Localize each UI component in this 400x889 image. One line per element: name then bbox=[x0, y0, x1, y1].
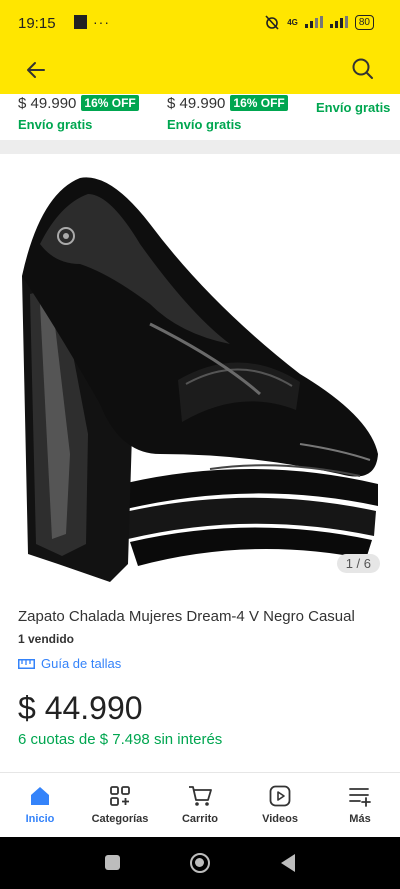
home-icon bbox=[31, 787, 49, 805]
product-price: $ 44.990 bbox=[18, 690, 143, 726]
more-icon bbox=[349, 788, 371, 807]
back-arrow-icon[interactable] bbox=[24, 58, 48, 82]
related-item-price: $ 49.990 bbox=[167, 94, 226, 112]
signal-icon bbox=[304, 16, 323, 28]
notification-square-icon bbox=[74, 15, 87, 29]
related-item-price: $ 49.990 bbox=[18, 94, 77, 112]
tab-label: Más bbox=[349, 813, 371, 825]
notification-icons: ··· bbox=[74, 14, 110, 30]
home-button-icon[interactable] bbox=[190, 853, 210, 873]
tab-label: Inicio bbox=[25, 813, 55, 825]
tab-carrito[interactable]: Carrito bbox=[160, 773, 240, 837]
tab-mas[interactable]: Más bbox=[320, 773, 400, 837]
section-separator bbox=[0, 140, 400, 154]
free-shipping-label: Envío gratis bbox=[167, 117, 242, 132]
related-item-card[interactable]: $ 49.990 16% OFF Envío gratis bbox=[18, 94, 139, 132]
alarm-off-icon bbox=[265, 15, 279, 30]
sold-count: 1 vendido bbox=[18, 632, 75, 646]
system-back-icon[interactable] bbox=[281, 854, 295, 872]
bottom-tab-bar: Inicio Categorías Carrito Videos Más bbox=[0, 773, 400, 837]
tab-label: Videos bbox=[262, 813, 298, 825]
tab-inicio[interactable]: Inicio bbox=[0, 773, 80, 837]
free-shipping-label: Envío gratis bbox=[18, 117, 93, 132]
related-item-card[interactable]: Envío gratis bbox=[316, 100, 390, 115]
related-item-card[interactable]: $ 49.990 16% OFF Envío gratis bbox=[167, 94, 288, 132]
battery-indicator: 80 bbox=[354, 14, 374, 30]
video-icon bbox=[269, 785, 291, 807]
signal-icon-2 bbox=[329, 16, 348, 28]
ruler-icon bbox=[18, 658, 35, 669]
product-title: Zapato Chalada Mujeres Dream-4 V Negro C… bbox=[18, 608, 355, 625]
size-guide-link[interactable]: Guía de tallas bbox=[18, 656, 121, 671]
status-bar: 19:15 ··· 4G 80 bbox=[0, 0, 400, 46]
installments-info: 6 cuotas de $ 7.498 sin interés bbox=[18, 731, 223, 748]
status-time: 19:15 bbox=[18, 15, 56, 32]
recent-apps-icon[interactable] bbox=[105, 855, 120, 870]
tab-videos[interactable]: Videos bbox=[240, 773, 320, 837]
network-type: 4G bbox=[287, 17, 298, 27]
tab-categorias[interactable]: Categorías bbox=[80, 773, 160, 837]
categories-icon bbox=[110, 786, 130, 806]
search-icon[interactable] bbox=[350, 56, 376, 82]
status-right-icons: 4G 80 bbox=[264, 14, 374, 30]
app-bar bbox=[0, 46, 400, 94]
discount-badge: 16% OFF bbox=[81, 95, 139, 111]
tab-label: Categorías bbox=[91, 813, 149, 825]
system-navigation-bar bbox=[0, 837, 400, 889]
free-shipping-label: Envío gratis bbox=[316, 100, 391, 115]
tab-label: Carrito bbox=[181, 813, 219, 825]
discount-badge: 16% OFF bbox=[230, 95, 288, 111]
size-guide-label: Guía de tallas bbox=[41, 656, 122, 671]
product-image-gallery[interactable]: 1 / 6 bbox=[0, 154, 400, 590]
product-image bbox=[22, 177, 378, 582]
more-notifications-icon: ··· bbox=[93, 14, 110, 30]
cart-icon bbox=[189, 786, 212, 806]
image-counter: 1 / 6 bbox=[336, 554, 380, 573]
